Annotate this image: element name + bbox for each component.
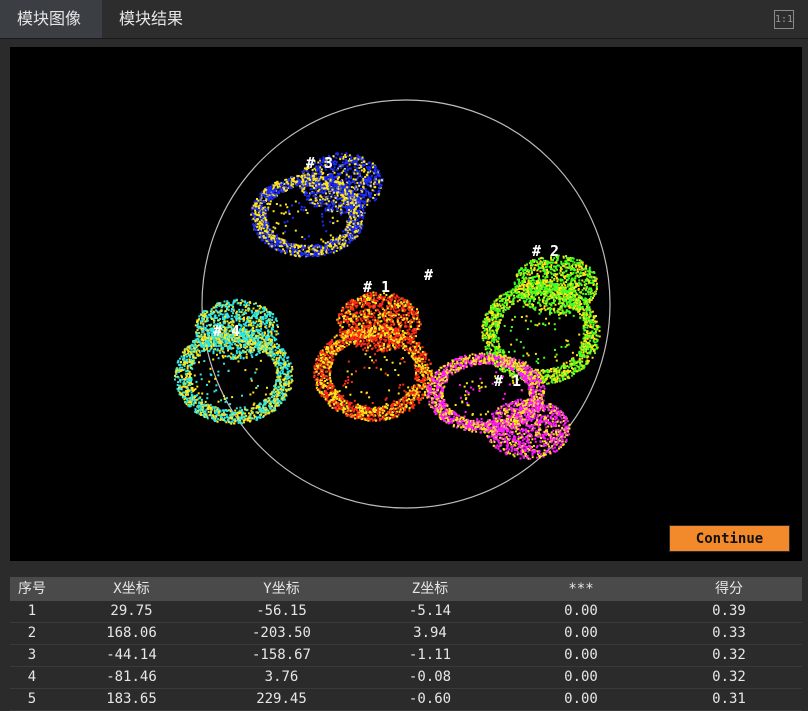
table-row[interactable]: 1 29.75 -56.15 -5.14 0.00 0.39 xyxy=(10,601,802,623)
cell-z: -0.08 xyxy=(408,669,452,685)
cell-x: 29.75 xyxy=(110,603,153,619)
cell-index: 5 xyxy=(27,691,37,707)
cell-score: 0.33 xyxy=(712,625,746,641)
part-label-4: # 4 xyxy=(213,322,240,340)
cell-score: 0.31 xyxy=(712,691,746,707)
part-label-5: # 1 xyxy=(494,372,521,390)
cell-index: 2 xyxy=(27,625,37,641)
cell-x: 168.06 xyxy=(106,625,157,641)
cell-score: 0.39 xyxy=(712,603,746,619)
part-cloud-5 xyxy=(426,352,571,460)
part-cloud-4 xyxy=(174,298,294,425)
part-label-extra: # xyxy=(424,266,433,284)
cell-extra: 0.00 xyxy=(564,691,598,707)
point-cloud-canvas: # 1 # 2 # 3 # 4 # # 1 xyxy=(174,99,611,509)
cell-index: 3 xyxy=(27,647,37,663)
table-header: 序号 X坐标 Y坐标 Z坐标 *** 得分 xyxy=(10,577,802,601)
cell-extra: 0.00 xyxy=(564,603,598,619)
header-index: 序号 xyxy=(18,581,46,597)
header-x: X坐标 xyxy=(113,581,150,597)
header-extra: *** xyxy=(568,581,594,597)
cell-y: -56.15 xyxy=(256,603,307,619)
header-z: Z坐标 xyxy=(411,581,449,597)
cell-y: -203.50 xyxy=(251,625,311,641)
cell-y: -158.67 xyxy=(251,647,311,663)
header-score: 得分 xyxy=(715,581,743,597)
cell-index: 4 xyxy=(27,669,37,685)
cell-index: 1 xyxy=(27,603,37,619)
part-label-3: # 3 xyxy=(306,154,333,172)
point-cloud-parts xyxy=(174,152,601,460)
cell-y: 3.76 xyxy=(264,669,299,685)
cell-x: -81.46 xyxy=(106,669,157,685)
point-cloud-viewer[interactable]: # 1 # 2 # 3 # 4 # # 1 Continue xyxy=(10,47,802,561)
cell-z: -1.11 xyxy=(408,647,452,663)
part-label-1: # 1 xyxy=(363,278,390,296)
table-row[interactable]: 5 183.65 229.45 -0.60 0.00 0.31 xyxy=(10,689,802,711)
cell-z: 3.94 xyxy=(413,625,447,641)
cell-score: 0.32 xyxy=(712,647,746,663)
cell-score: 0.32 xyxy=(712,669,746,685)
tab-bar: 模块图像 模块结果 1:1 xyxy=(0,0,808,39)
cell-extra: 0.00 xyxy=(564,669,598,685)
cell-z: -5.14 xyxy=(408,603,452,619)
part-cloud-1 xyxy=(313,291,434,422)
tab-module-results[interactable]: 模块结果 xyxy=(102,0,204,38)
cell-x: 183.65 xyxy=(106,691,157,707)
part-label-2: # 2 xyxy=(532,242,559,260)
fit-one-to-one-button[interactable]: 1:1 xyxy=(774,10,794,29)
tab-module-image[interactable]: 模块图像 xyxy=(0,0,102,38)
table-row[interactable]: 4 -81.46 3.76 -0.08 0.00 0.32 xyxy=(10,667,802,689)
cell-y: 229.45 xyxy=(256,691,307,707)
table-row[interactable]: 3 -44.14 -158.67 -1.11 0.00 0.32 xyxy=(10,645,802,667)
cell-extra: 0.00 xyxy=(564,625,598,641)
cell-extra: 0.00 xyxy=(564,647,598,663)
cell-z: -0.60 xyxy=(408,691,452,707)
cell-x: -44.14 xyxy=(106,647,157,663)
continue-button[interactable]: Continue xyxy=(669,525,790,552)
results-table: 序号 X坐标 Y坐标 Z坐标 *** 得分 1 29.75 -56.15 -5.… xyxy=(10,577,802,711)
header-y: Y坐标 xyxy=(263,581,300,597)
table-row[interactable]: 2 168.06 -203.50 3.94 0.00 0.33 xyxy=(10,623,802,645)
